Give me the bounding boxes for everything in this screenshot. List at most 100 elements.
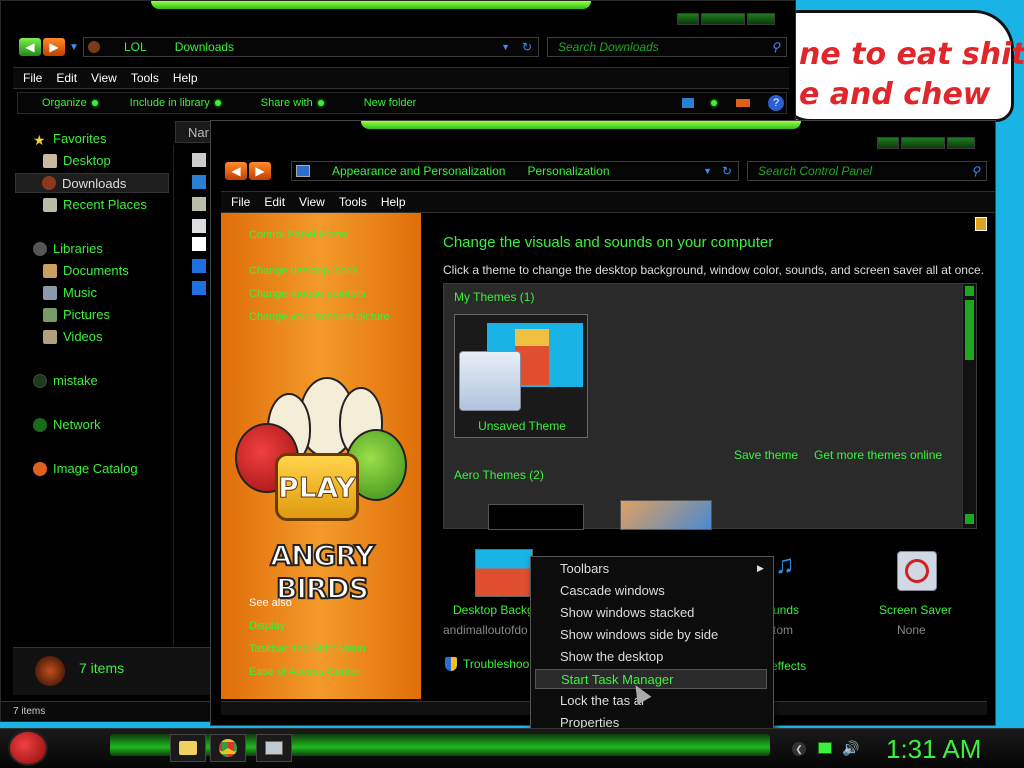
ease-of-access-link[interactable]: Ease of Access Center [249,666,360,678]
control-panel-home-link[interactable]: Control Panel Home [249,229,348,241]
file-icon-4[interactable] [192,219,206,233]
cp-back-button[interactable]: ◀ [225,162,247,180]
cp-minimize-button[interactable] [877,137,899,149]
show-hidden-icons-arrow[interactable]: ❮ [792,742,806,756]
cp-refresh-icon[interactable]: ↻ [722,164,732,178]
menu-file[interactable]: File [23,71,42,85]
menu-show-windows-side-by-side[interactable]: Show windows side by side [535,625,767,645]
menu-show-the-desktop[interactable]: Show the desktop [535,647,767,667]
start-button[interactable] [8,730,48,766]
nav-libraries[interactable]: Libraries [33,241,103,256]
menu-help[interactable]: Help [173,71,198,85]
nav-videos[interactable]: Videos [43,329,103,344]
menu-tools[interactable]: Tools [131,71,159,85]
change-mouse-pointers-link[interactable]: Change mouse pointers [249,288,366,300]
cp-search-input[interactable]: Search Control Panel ⚲ [747,161,987,181]
screen-saver-setting[interactable]: Screen Saver None [871,547,971,637]
volume-icon[interactable]: 🔊 [842,740,859,757]
help-book-icon[interactable] [975,217,987,231]
save-theme-link[interactable]: Save theme [734,448,798,462]
breadcrumb-lol[interactable]: LOL [124,40,147,54]
cp-close-button[interactable] [947,137,975,149]
menu-view[interactable]: View [91,71,117,85]
nav-desktop[interactable]: Desktop [43,153,111,168]
menu-edit[interactable]: Edit [56,71,77,85]
themes-scrollbar[interactable] [962,284,976,528]
nav-documents[interactable]: Documents [43,263,129,278]
get-more-themes-link[interactable]: Get more themes online [814,448,942,462]
taskbar-chrome-button[interactable] [210,734,246,762]
cp-search-icon[interactable]: ⚲ [971,164,980,178]
menu-toolbars[interactable]: Toolbars [535,559,767,579]
menu-start-task-manager[interactable]: Start Task Manager [535,669,767,689]
scroll-down-arrow-icon[interactable] [965,514,974,524]
file-icon-7[interactable] [192,281,206,295]
aero-theme-thumb-landscape[interactable] [620,500,712,530]
file-icon-5[interactable] [192,237,206,251]
dropdown-arrow-icon[interactable]: ▼ [501,42,510,52]
file-icon-2[interactable] [192,175,206,189]
search-icon[interactable]: ⚲ [771,40,780,54]
cp-forward-button[interactable]: ▶ [249,162,271,180]
include-in-library-button[interactable]: Include in library [118,97,221,109]
maximize-button[interactable] [701,13,745,25]
file-icon-1[interactable] [192,153,206,167]
sounds-setting[interactable]: ♫ unds tom [771,547,831,637]
breadcrumb-downloads[interactable]: Downloads [175,40,234,54]
taskbar-explorer-button[interactable] [170,734,206,762]
cp-menu-help[interactable]: Help [381,195,406,209]
unsaved-theme-tile[interactable]: Unsaved Theme [454,314,588,438]
menu-show-windows-stacked[interactable]: Show windows stacked [535,603,767,623]
scroll-thumb[interactable] [965,300,974,360]
explorer-search-input[interactable]: Search Downloads ⚲ [547,37,787,57]
aero-theme-thumb-dark[interactable] [488,504,584,530]
cp-address-bar[interactable]: Appearance and Personalization Personali… [291,161,739,181]
close-button[interactable] [747,13,775,25]
change-account-picture-link[interactable]: Change your account picture [249,311,390,323]
taskbar-start-menu-link[interactable]: Taskbar and Start Menu [249,643,366,655]
share-with-button[interactable]: Share with [249,97,324,109]
cp-menu-edit[interactable]: Edit [264,195,285,209]
nav-favorites[interactable]: ★ Favorites [33,131,106,148]
help-icon[interactable]: ? [768,95,784,111]
menu-lock-the-taskbar[interactable]: Lock the tas ar [535,691,767,711]
back-button[interactable]: ◀ [19,38,41,56]
nav-downloads[interactable]: Downloads [15,173,169,193]
network-tray-icon[interactable] [818,742,832,754]
file-icon-3[interactable] [192,197,206,211]
cp-menu-file[interactable]: File [231,195,250,209]
refresh-icon[interactable]: ↻ [522,40,532,54]
view-options-icon[interactable] [682,98,694,108]
effects-link[interactable]: effects [771,659,806,673]
nav-image-catalog[interactable]: Image Catalog [33,461,138,476]
organize-button[interactable]: Organize [30,97,98,109]
change-desktop-icons-link[interactable]: Change desktop icons [249,265,358,277]
scroll-up-arrow-icon[interactable] [965,286,974,296]
breadcrumb-personalization[interactable]: Personalization [527,164,609,178]
new-folder-button[interactable]: New folder [352,97,417,109]
preview-pane-icon[interactable] [736,99,750,107]
cp-menu-view[interactable]: View [299,195,325,209]
minimize-button[interactable] [677,13,699,25]
menu-cascade-windows[interactable]: Cascade windows [535,581,767,601]
display-link[interactable]: Display [249,620,285,632]
nav-music[interactable]: Music [43,285,97,300]
explorer-address-bar[interactable]: LOL Downloads ▼ ↻ [83,37,539,57]
chevron-down-icon[interactable]: ▼ [69,42,79,53]
column-header-name[interactable]: Nar [175,121,215,143]
taskbar-clock[interactable]: 1:31 AM [886,734,981,765]
view-dot-icon[interactable] [706,100,717,106]
taskbar-control-panel-button[interactable] [256,734,292,762]
cp-menu-tools[interactable]: Tools [339,195,367,209]
nav-recent-places[interactable]: Recent Places [43,197,147,212]
nav-network[interactable]: Network [33,417,101,432]
forward-button[interactable]: ▶ [43,38,65,56]
file-icon-6[interactable] [192,259,206,273]
play-badge[interactable]: PLAY [275,453,359,521]
cp-maximize-button[interactable] [901,137,945,149]
nav-pictures[interactable]: Pictures [43,307,110,322]
cp-dropdown-arrow-icon[interactable]: ▼ [703,166,712,176]
nav-mistake[interactable]: mistake [33,373,98,388]
troubleshoot-link[interactable]: Troubleshoo [445,657,529,671]
breadcrumb-appearance[interactable]: Appearance and Personalization [332,164,505,178]
